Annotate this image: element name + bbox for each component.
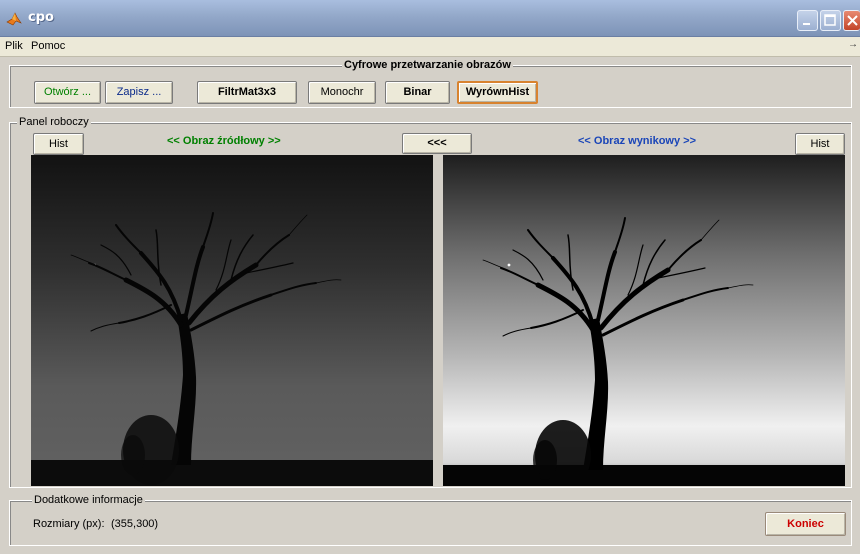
histogram-equalize-button[interactable]: WyrównHist [457,81,538,104]
size-label: Rozmiary (px): [33,518,105,530]
info-panel-title: Dodatkowe informacje [32,494,145,506]
monochrome-button[interactable]: Monochr [308,81,376,104]
result-image-label: << Obraz wynikowy >> [578,135,696,147]
binarize-button[interactable]: Binar [385,81,450,104]
matlab-icon [6,12,22,26]
minimize-icon[interactable] [797,10,818,31]
filter-button[interactable]: FiltrMat3x3 [197,81,297,104]
close-icon[interactable] [843,10,860,31]
open-button[interactable]: Otwórz ... [34,81,101,104]
result-image [443,155,845,486]
size-value: (355,300) [111,518,159,530]
exit-button[interactable]: Koniec [765,512,846,536]
work-panel-title: Panel roboczy [17,116,91,128]
source-hist-button[interactable]: Hist [33,133,84,155]
menu-plik[interactable]: Plik [5,40,23,52]
maximize-icon[interactable] [820,10,841,31]
source-image-label: << Obraz źródłowy >> [167,135,281,147]
menu-bar: Plik Pomoc → [0,37,860,57]
title-bar: cpo [0,0,860,37]
toolbar-title: Cyfrowe przetwarzanie obrazów [342,59,513,71]
menu-overflow-arrow-icon[interactable]: → [848,39,858,50]
window-title: cpo [28,10,54,25]
source-image [31,155,433,486]
menu-pomoc[interactable]: Pomoc [31,40,65,52]
copy-back-button[interactable]: <<< [402,133,472,154]
result-hist-button[interactable]: Hist [795,133,845,155]
save-button[interactable]: Zapisz ... [105,81,173,104]
